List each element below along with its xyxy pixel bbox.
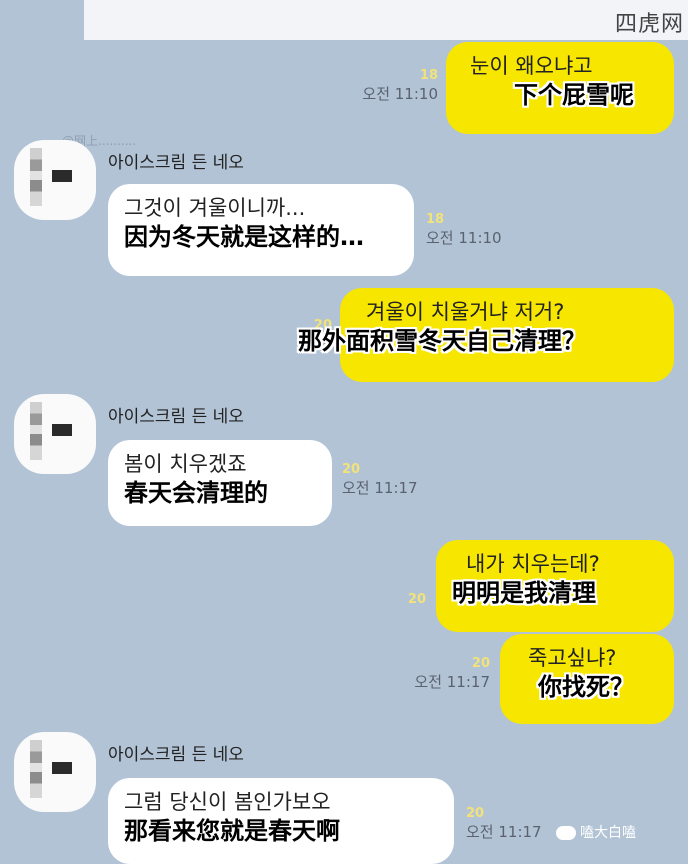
message-text-chinese: 你找死？ [538, 673, 634, 701]
message-text-chinese: 那看来您就是春天啊 [124, 817, 340, 845]
message-bubble-incoming[interactable]: 그럼 당신이 봄인가보오 那看来您就是春天啊 [108, 778, 454, 864]
message-text-korean: 내가 치우는데? [466, 552, 600, 576]
unread-count: 20 [342, 462, 361, 477]
message-text-chinese: 春天会清理的 [124, 479, 268, 507]
message-text-chinese: 下个屁雪呢 [514, 81, 634, 109]
message-text-korean: 그것이 겨울이니까... [124, 196, 306, 220]
unread-count: 18 [426, 212, 445, 227]
message-bubble-outgoing[interactable]: 죽고싶냐? 你找死？ [500, 634, 674, 724]
unread-count: 18 [419, 68, 438, 83]
message-text-chinese: 那外面积雪冬天自己清理？ [298, 327, 586, 355]
message-bubble-outgoing[interactable]: 눈이 왜오냐고 下个屁雪呢 [446, 42, 674, 134]
message-bubble-incoming[interactable]: 봄이 치우겠죠 春天会清理的 [108, 440, 332, 526]
message-meta: 20 [408, 592, 426, 607]
message-text-korean: 그럼 당신이 봄인가보오 [124, 790, 331, 814]
message-meta: 20 오전 11:17 [414, 656, 490, 692]
top-bar: 四虎网 [84, 0, 688, 40]
avatar[interactable] [14, 394, 96, 474]
sender-name: 아이스크림 든 네오 [108, 745, 244, 765]
message-text-korean: 겨울이 치울거냐 저거? [366, 300, 565, 324]
message-time: 오전 11:17 [342, 479, 418, 497]
message-bubble-incoming[interactable]: 그것이 겨울이니까... 因为冬天就是这样的… [108, 184, 414, 276]
unread-count: 20 [407, 592, 426, 607]
message-text-korean: 죽고싶냐? [528, 646, 617, 670]
message-text-korean: 봄이 치우겠죠 [124, 452, 247, 476]
message-time: 오전 11:10 [426, 229, 502, 247]
avatar[interactable] [14, 732, 96, 812]
site-brand: 四虎网 [614, 12, 684, 37]
unread-count: 20 [466, 806, 485, 821]
message-time: 오전 11:17 [414, 673, 490, 691]
watermark-text: 嗑大白嗑 [580, 825, 636, 841]
message-text-chinese: 明明是我清理 [452, 579, 596, 607]
message-meta: 18 오전 11:10 [426, 212, 502, 248]
message-meta: 20 오전 11:17 [466, 806, 542, 842]
message-text-korean: 눈이 왜오냐고 [470, 54, 593, 78]
message-time: 오전 11:10 [362, 85, 438, 103]
wechat-icon [556, 826, 576, 840]
avatar[interactable] [14, 140, 96, 220]
sender-name: 아이스크림 든 네오 [108, 153, 244, 173]
message-meta: 20 오전 11:17 [342, 462, 418, 498]
message-meta: 18 오전 11:10 [362, 68, 438, 104]
wechat-watermark: 嗑大白嗑 [556, 822, 636, 842]
sender-name: 아이스크림 든 네오 [108, 407, 244, 427]
unread-count: 20 [471, 656, 490, 671]
message-bubble-outgoing[interactable]: 겨울이 치울거냐 저거? 那外面积雪冬天自己清理？ [298, 288, 674, 382]
message-text-chinese: 因为冬天就是这样的… [124, 223, 364, 251]
message-bubble-outgoing[interactable]: 내가 치우는데? 明明是我清理 [436, 540, 674, 632]
message-time: 오전 11:17 [466, 823, 542, 841]
